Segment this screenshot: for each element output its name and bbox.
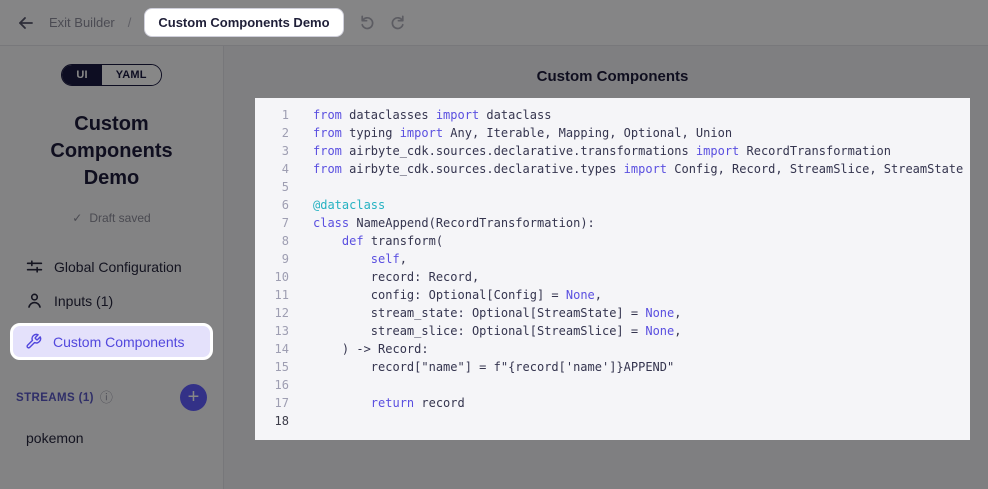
- sidebar-item-global-configuration[interactable]: Global Configuration: [16, 250, 207, 283]
- code-text: from typing import Any, Iterable, Mappin…: [289, 124, 732, 142]
- project-name-field[interactable]: Custom Components Demo: [144, 8, 343, 37]
- code-text: [289, 376, 313, 394]
- code-line: 9 self,: [255, 250, 970, 268]
- line-number: 7: [255, 214, 289, 232]
- line-number: 2: [255, 124, 289, 142]
- line-number: 10: [255, 268, 289, 286]
- draft-status-label: Draft saved: [89, 211, 150, 225]
- sidebar-item-label: Inputs (1): [54, 293, 113, 309]
- code-text: stream_state: Optional[StreamState] = No…: [289, 304, 681, 322]
- code-line: 7class NameAppend(RecordTransformation):: [255, 214, 970, 232]
- toggle-yaml[interactable]: YAML: [102, 65, 161, 85]
- body-row: UI YAML Custom Components Demo ✓ Draft s…: [0, 46, 988, 489]
- code-text: record["name"] = f"{record['name']}APPEN…: [289, 358, 674, 376]
- code-text: [289, 412, 313, 430]
- back-button[interactable]: [16, 13, 36, 33]
- line-number: 13: [255, 322, 289, 340]
- custom-components-code-editor[interactable]: 1from dataclasses import dataclass2from …: [255, 98, 970, 440]
- connector-builder-app: Exit Builder / Custom Components Demo UI…: [0, 0, 988, 489]
- main-inner: Custom Components 1from dataclasses impo…: [255, 68, 970, 440]
- code-line: 18: [255, 412, 970, 430]
- code-line: 10 record: Record,: [255, 268, 970, 286]
- sidebar-item-inputs[interactable]: Inputs (1): [16, 284, 207, 317]
- line-number: 15: [255, 358, 289, 376]
- ui-yaml-toggle: UI YAML: [61, 64, 161, 86]
- wrench-icon: [25, 333, 42, 350]
- code-text: config: Optional[Config] = None,: [289, 286, 602, 304]
- code-line: 2from typing import Any, Iterable, Mappi…: [255, 124, 970, 142]
- line-number: 4: [255, 160, 289, 178]
- check-icon: ✓: [72, 211, 82, 225]
- code-text: from airbyte_cdk.sources.declarative.tra…: [289, 142, 891, 160]
- redo-icon: [389, 13, 408, 32]
- stream-item-pokemon[interactable]: pokemon: [16, 424, 207, 452]
- page-title: Custom Components: [255, 68, 970, 85]
- code-text: [289, 178, 313, 196]
- code-text: return record: [289, 394, 465, 412]
- line-number: 17: [255, 394, 289, 412]
- line-number: 5: [255, 178, 289, 196]
- code-text: from dataclasses import dataclass: [289, 106, 551, 124]
- code-line: 17 return record: [255, 394, 970, 412]
- line-number: 12: [255, 304, 289, 322]
- code-text: @dataclass: [289, 196, 385, 214]
- code-text: stream_slice: Optional[StreamSlice] = No…: [289, 322, 681, 340]
- sidebar-item-label: Global Configuration: [54, 259, 182, 275]
- line-number: 14: [255, 340, 289, 358]
- line-number: 3: [255, 142, 289, 160]
- topbar: Exit Builder / Custom Components Demo: [0, 0, 988, 46]
- sidebar: UI YAML Custom Components Demo ✓ Draft s…: [0, 46, 224, 489]
- info-icon[interactable]: ⓘ: [100, 391, 113, 404]
- code-lines: 1from dataclasses import dataclass2from …: [255, 106, 970, 430]
- draft-status: ✓ Draft saved: [16, 211, 207, 225]
- toggle-ui[interactable]: UI: [62, 65, 101, 85]
- code-line: 16: [255, 376, 970, 394]
- line-number: 16: [255, 376, 289, 394]
- redo-button[interactable]: [389, 13, 408, 32]
- sidebar-item-label: Custom Components: [53, 334, 185, 350]
- code-text: def transform(: [289, 232, 443, 250]
- back-arrow-icon: [16, 13, 36, 33]
- code-text: class NameAppend(RecordTransformation):: [289, 214, 595, 232]
- sliders-icon: [26, 258, 43, 275]
- undo-button[interactable]: [357, 13, 376, 32]
- code-line: 14 ) -> Record:: [255, 340, 970, 358]
- code-line: 4from airbyte_cdk.sources.declarative.ty…: [255, 160, 970, 178]
- sidebar-item-custom-components[interactable]: Custom Components: [10, 323, 213, 360]
- breadcrumb-separator: /: [128, 15, 132, 30]
- code-line: 11 config: Optional[Config] = None,: [255, 286, 970, 304]
- code-text: self,: [289, 250, 407, 268]
- line-number: 18: [255, 412, 289, 430]
- line-number: 9: [255, 250, 289, 268]
- line-number: 6: [255, 196, 289, 214]
- code-line: 8 def transform(: [255, 232, 970, 250]
- sidebar-project-title: Custom Components Demo: [37, 111, 187, 192]
- code-line: 3from airbyte_cdk.sources.declarative.tr…: [255, 142, 970, 160]
- streams-section-label: STREAMS (1): [16, 392, 94, 404]
- line-number: 8: [255, 232, 289, 250]
- main-panel: Custom Components 1from dataclasses impo…: [224, 46, 988, 489]
- user-icon: [26, 292, 43, 309]
- builder-nav: Global Configuration Inputs (1) Custom C…: [16, 250, 207, 360]
- code-text: ) -> Record:: [289, 340, 429, 358]
- streams-header: STREAMS (1) ⓘ +: [16, 384, 207, 411]
- code-text: record: Record,: [289, 268, 479, 286]
- code-line: 1from dataclasses import dataclass: [255, 106, 970, 124]
- exit-builder-link[interactable]: Exit Builder: [49, 15, 115, 30]
- code-line: 5: [255, 178, 970, 196]
- line-number: 1: [255, 106, 289, 124]
- code-line: 13 stream_slice: Optional[StreamSlice] =…: [255, 322, 970, 340]
- code-line: 12 stream_state: Optional[StreamState] =…: [255, 304, 970, 322]
- add-stream-button[interactable]: +: [180, 384, 207, 411]
- line-number: 11: [255, 286, 289, 304]
- code-line: 15 record["name"] = f"{record['name']}AP…: [255, 358, 970, 376]
- code-text: from airbyte_cdk.sources.declarative.typ…: [289, 160, 963, 178]
- code-line: 6@dataclass: [255, 196, 970, 214]
- undo-icon: [357, 13, 376, 32]
